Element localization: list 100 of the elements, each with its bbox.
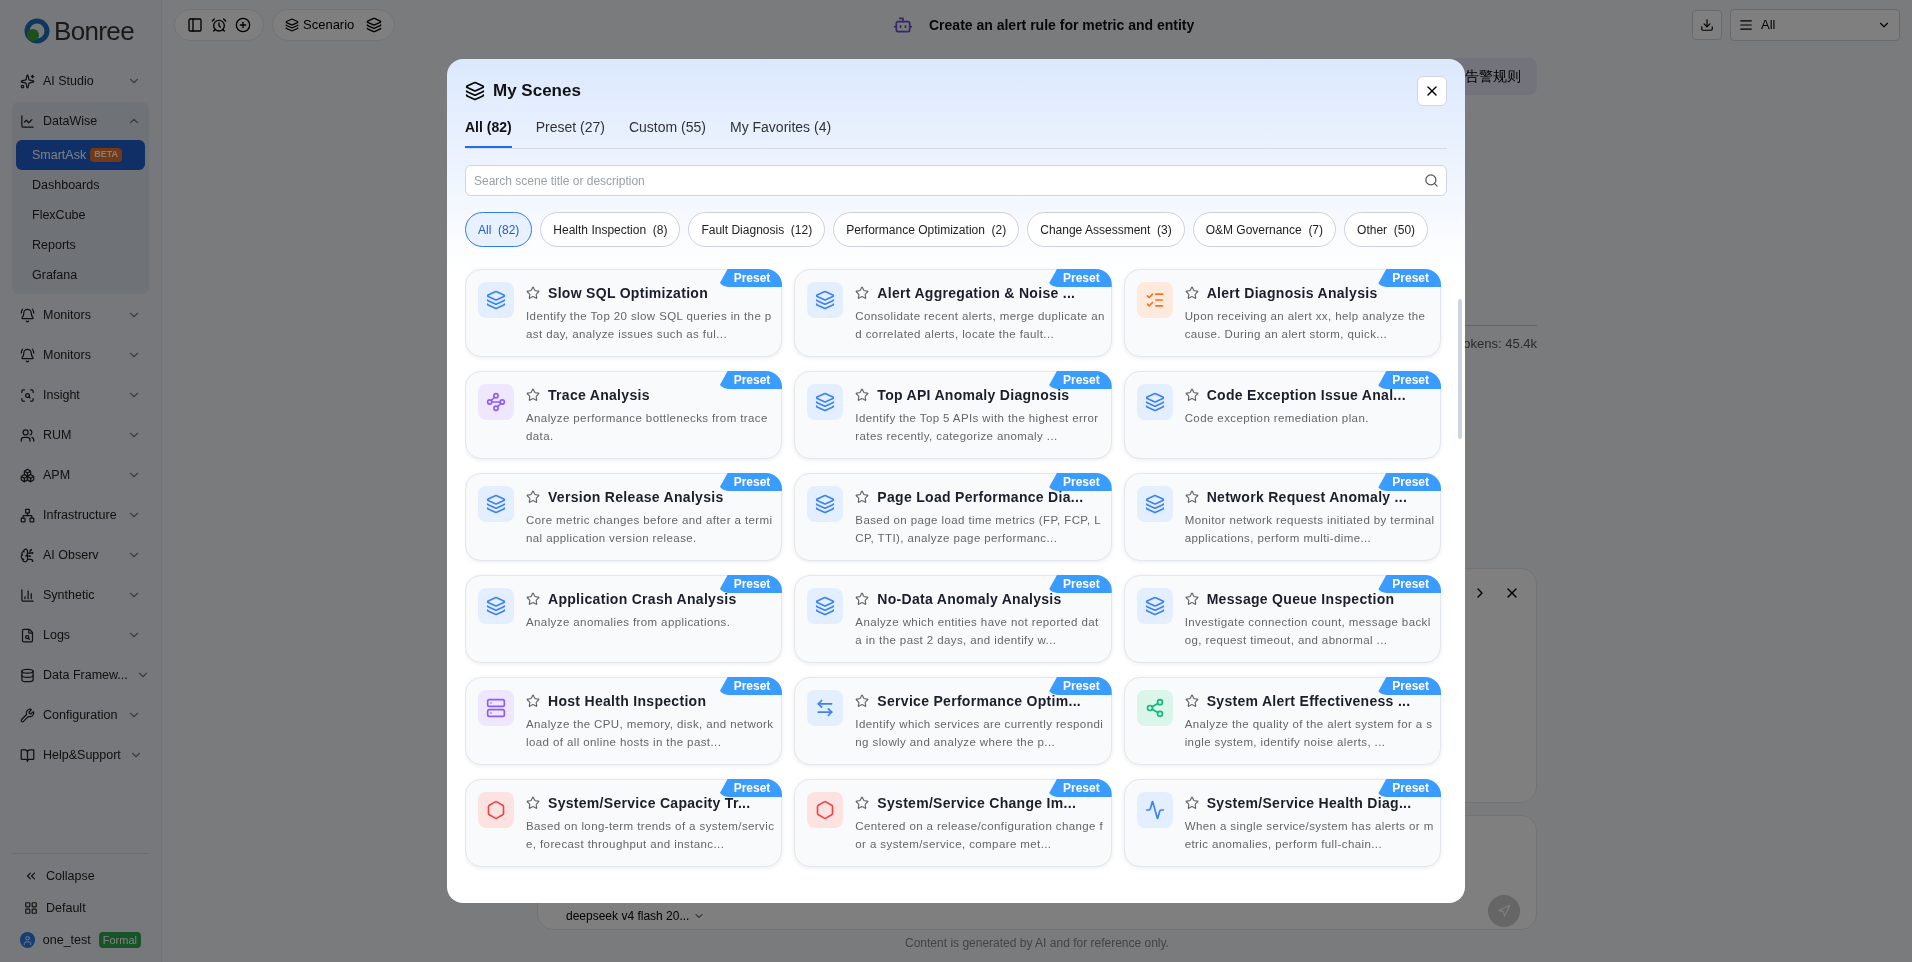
star-icon[interactable] xyxy=(855,796,870,810)
filter-chip[interactable]: O&M Governance (7) xyxy=(1192,212,1337,247)
collapse-button[interactable]: Collapse xyxy=(12,862,149,890)
search-field[interactable]: Search scene title or description xyxy=(465,165,1447,196)
nav-item[interactable]: Help&Support xyxy=(12,736,149,774)
nav-item[interactable]: Monitors xyxy=(12,336,149,374)
filter-chip[interactable]: Other (50) xyxy=(1344,212,1429,247)
nav-item[interactable]: Configuration xyxy=(12,696,149,734)
nav-item[interactable]: Infrastructure xyxy=(12,496,149,534)
server-icon xyxy=(478,690,514,726)
star-icon[interactable] xyxy=(526,490,540,504)
star-icon[interactable] xyxy=(1184,286,1199,300)
layers-icon[interactable] xyxy=(366,17,383,33)
swap-icon xyxy=(807,690,844,726)
tab[interactable]: Preset (27) xyxy=(535,113,605,148)
panel-icon[interactable] xyxy=(187,17,203,33)
star-icon[interactable] xyxy=(855,694,870,708)
scene-card[interactable]: System/Service Change Im... Centered on a release/configuration change for a system/service, compare met... Preset xyxy=(794,779,1112,867)
card-description: Analyze the quality of the alert system for a single system, identify noise alerts, ... xyxy=(1184,717,1434,750)
nav-icon xyxy=(20,627,35,643)
layers-icon xyxy=(807,282,844,318)
scene-card[interactable]: Trace Analysis Analyze performance bottlenecks from trace data. Preset xyxy=(465,371,783,459)
scene-card[interactable]: System/Service Health Diag... When a single service/system has alerts or metric anomalies, perform full-chain... Preset xyxy=(1123,779,1441,867)
scene-card[interactable]: System Alert Effectiveness ... Analyze the quality of the alert system for a single system, identify noise alerts, ... Preset xyxy=(1123,677,1441,765)
scene-card[interactable]: Message Queue Inspection Investigate connection count, message backlog, request timeout, and abnormal ... Preset xyxy=(1123,575,1441,663)
preset-badge: Preset xyxy=(1376,473,1441,491)
star-icon[interactable] xyxy=(526,796,540,810)
star-icon[interactable] xyxy=(526,694,540,708)
scene-card[interactable]: Page Load Performance Dia... Based on page load time metrics (FP, FCP, LCP, TTI), analyze page performanc... Preset xyxy=(794,473,1112,561)
star-icon[interactable] xyxy=(1184,796,1199,810)
filter-chip[interactable]: Fault Diagnosis (12) xyxy=(688,212,826,247)
scene-card[interactable]: Alert Diagnosis Analysis Upon receiving an alert xx, help analyze the cause. During an alert storm, quick... Preset xyxy=(1123,269,1441,357)
nav-item[interactable]: AI Studio xyxy=(12,62,149,100)
scene-card[interactable]: Version Release Analysis Core metric changes before and after a terminal application version release. Preset xyxy=(465,473,783,561)
nav-item[interactable]: APM xyxy=(12,456,149,494)
filter-chip[interactable]: Change Assessment (3) xyxy=(1027,212,1185,247)
preset-badge: Preset xyxy=(1376,779,1441,797)
nav-subitem[interactable]: FlexCube xyxy=(16,200,145,230)
scene-card[interactable]: Top API Anomaly Diagnosis Identify the Top 5 APIs with the highest error rates recently, categorize anomaly ... Preset xyxy=(794,371,1112,459)
nav-icon xyxy=(20,427,35,443)
nav-subitem[interactable]: Dashboards xyxy=(16,170,145,200)
star-icon[interactable] xyxy=(526,388,540,402)
download-icon xyxy=(1700,18,1714,32)
tab[interactable]: Custom (55) xyxy=(628,113,706,148)
scene-card[interactable]: Host Health Inspection Analyze the CPU, memory, disk, and network load of all online hosts in the past... Preset xyxy=(465,677,783,765)
card-description: Code exception remediation plan. xyxy=(1184,411,1370,426)
add-icon[interactable] xyxy=(235,17,251,33)
model-selector[interactable]: deepseek v4 flash 20... xyxy=(566,906,706,925)
star-icon[interactable] xyxy=(1184,694,1199,708)
filter-chip[interactable]: Health Inspection (8) xyxy=(540,212,681,247)
nav-item[interactable]: Synthetic xyxy=(12,576,149,614)
star-icon[interactable] xyxy=(1184,490,1199,504)
scene-card[interactable]: Alert Aggregation & Noise ... Consolidate recent alerts, merge duplicate and correlated alerts, locate the fault... Preset xyxy=(794,269,1112,357)
nodes-icon xyxy=(478,384,514,420)
filter-chip[interactable]: Performance Optimization (2) xyxy=(833,212,1020,247)
nav-subitem[interactable]: Reports xyxy=(16,230,145,260)
nav-item[interactable]: Insight xyxy=(12,376,149,414)
layers-icon xyxy=(1136,588,1173,624)
nav-item[interactable]: AI Observ xyxy=(12,536,149,574)
nav-item[interactable]: Data Framew... xyxy=(12,656,149,694)
nav-subitem[interactable]: Grafana xyxy=(16,260,145,290)
filter-chip[interactable]: All (82) xyxy=(465,212,533,247)
scene-card[interactable]: Network Request Anomaly ... Monitor network requests initiated by terminal applications, perform multi-dime... Preset xyxy=(1123,473,1441,561)
alarm-clock-icon[interactable] xyxy=(211,17,227,33)
star-icon[interactable] xyxy=(855,592,870,606)
workspace-item[interactable]: Default xyxy=(12,894,149,922)
scene-card[interactable]: Application Crash Analysis Analyze anomalies from applications. Preset xyxy=(465,575,783,663)
scene-card[interactable]: Service Performance Optim... Identify which services are currently responding slowly and analyze where the p... Preset xyxy=(794,677,1112,765)
conversation-title: Create an alert rule for metric and entity xyxy=(929,15,1195,35)
tab[interactable]: All (82) xyxy=(465,113,512,148)
logo-icon xyxy=(24,18,50,44)
card-description: Analyze performance bottlenecks from trace data. xyxy=(526,411,769,444)
star-icon[interactable] xyxy=(855,490,870,504)
card-description: Identify which services are currently responding slowly and analyze where the p... xyxy=(855,717,1105,750)
star-icon[interactable] xyxy=(526,286,540,300)
scene-card[interactable]: System/Service Capacity Tr... Based on long-term trends of a system/service, forecast throughput and instanc... Preset xyxy=(465,779,783,867)
scene-card[interactable]: No-Data Anomaly Analysis Analyze which entities have not reported data in the past 2 days, and identify w... Preset xyxy=(794,575,1112,663)
preset-badge: Preset xyxy=(1376,269,1441,287)
preset-badge: Preset xyxy=(1376,575,1441,593)
checklist-icon xyxy=(1136,282,1173,318)
tab[interactable]: My Favorites (4) xyxy=(729,113,832,148)
nav-icon xyxy=(20,467,35,483)
star-icon[interactable] xyxy=(855,388,870,402)
star-icon[interactable] xyxy=(1184,388,1199,402)
nav-item[interactable]: Monitors xyxy=(12,296,149,334)
scene-card[interactable]: Code Exception Issue Anal... Code exception remediation plan. Preset xyxy=(1123,371,1441,459)
filter-dropdown[interactable]: All xyxy=(1730,9,1900,41)
star-icon[interactable] xyxy=(1184,592,1199,606)
card-description: Consolidate recent alerts, merge duplicate and correlated alerts, locate the fault... xyxy=(855,309,1106,342)
logo-text: Bonree xyxy=(54,14,134,48)
star-icon[interactable] xyxy=(526,592,540,606)
list-icon xyxy=(1739,18,1753,32)
card-title: Alert Diagnosis Analysis xyxy=(1206,283,1378,303)
nav-item[interactable]: DataWise xyxy=(12,102,149,140)
close-button[interactable] xyxy=(1417,76,1447,106)
nav-item[interactable]: RUM xyxy=(12,416,149,454)
scene-card[interactable]: Slow SQL Optimization Identify the Top 20 slow SQL queries in the past day, analyze issues such as ful... Preset xyxy=(465,269,783,357)
nav-item[interactable]: Logs xyxy=(12,616,149,654)
star-icon[interactable] xyxy=(855,286,870,300)
download-button[interactable] xyxy=(1692,10,1722,40)
